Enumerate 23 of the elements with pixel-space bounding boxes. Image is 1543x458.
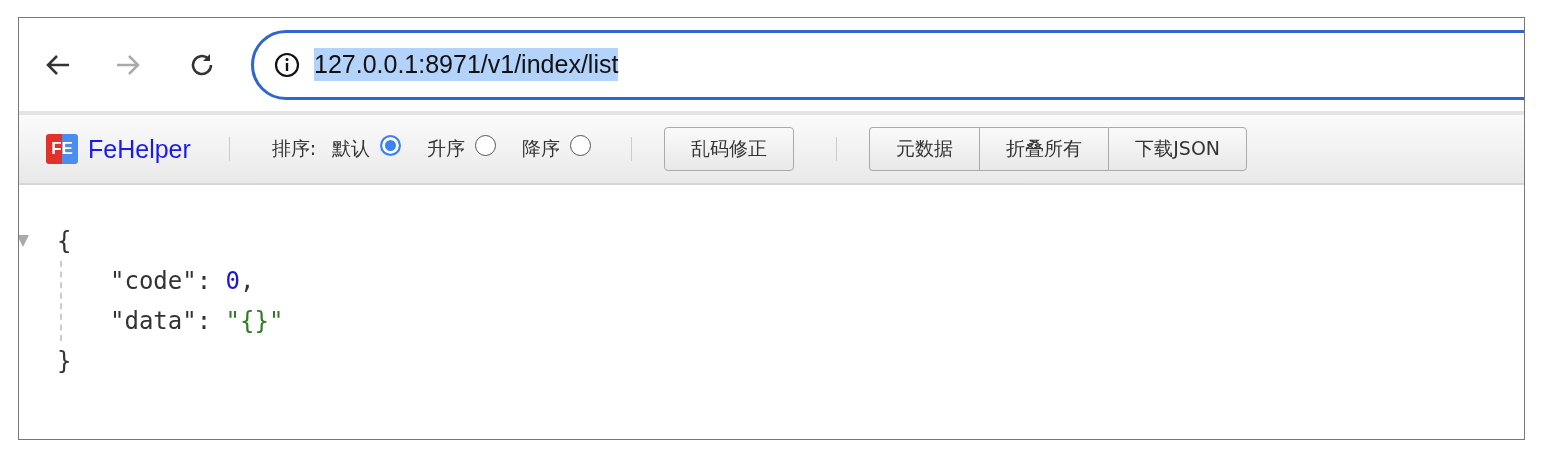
- url-text: 127.0.0.1:8971/v1/index/list: [314, 48, 619, 81]
- metadata-button[interactable]: 元数据: [869, 127, 980, 171]
- close-brace: }: [57, 347, 72, 375]
- sort-option-label: 降序: [522, 136, 561, 161]
- json-key: "data":: [110, 307, 212, 335]
- radio-button[interactable]: [380, 134, 402, 156]
- address-bar[interactable]: 127.0.0.1:8971/v1/index/list: [251, 29, 1524, 100]
- sort-label: 排序:: [271, 136, 317, 161]
- open-brace: {: [57, 227, 72, 255]
- info-icon[interactable]: [274, 51, 300, 78]
- sort-option-label: 升序: [427, 136, 466, 161]
- sort-option-label: 默认: [332, 136, 371, 161]
- radio-button[interactable]: [475, 134, 497, 156]
- brand-name: FeHelper: [88, 134, 191, 164]
- fix-encoding-button[interactable]: 乱码修正: [664, 127, 795, 171]
- collapse-toggle-icon[interactable]: [19, 235, 29, 247]
- json-key: "code":: [110, 267, 212, 295]
- download-json-button[interactable]: 下载JSON: [1108, 127, 1248, 171]
- collapse-all-button[interactable]: 折叠所有: [979, 127, 1109, 171]
- comma: ,: [240, 267, 255, 295]
- json-value: 0: [225, 267, 241, 295]
- radio-button[interactable]: [570, 134, 592, 156]
- json-value: "{}": [225, 307, 284, 335]
